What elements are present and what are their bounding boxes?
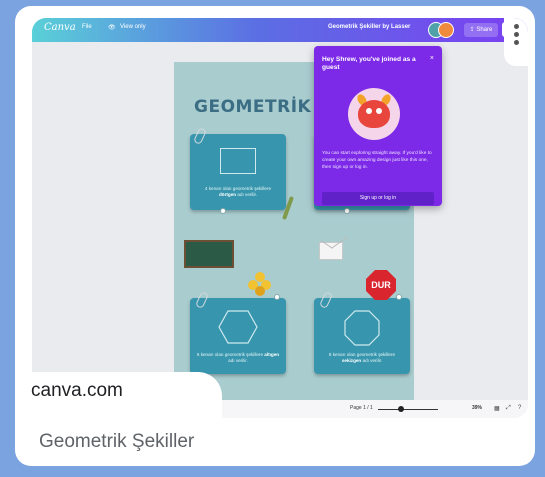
canva-editor-preview[interactable]: Canva File 👁 View only Geometrik Şekille… [32, 18, 528, 418]
fullscreen-icon[interactable]: ⤢ [506, 405, 511, 412]
chalkboard-icon [184, 240, 234, 268]
card-title[interactable]: Geometrik Şekiller [39, 431, 194, 453]
popup-title: Hey Shrew, you've joined as a guest [322, 56, 416, 71]
view-only-label[interactable]: View only [120, 24, 146, 30]
card-hexagon: 6 kenarı olan geometrik şekillere altıge… [190, 298, 286, 374]
canva-logo[interactable]: Canva [44, 22, 76, 33]
editor-toolbar: Canva File 👁 View only Geometrik Şekille… [32, 18, 528, 42]
card-text: 8 kenarı olan geometrik şekillere sekizg… [328, 352, 396, 363]
share-button[interactable]: ⇪ Share [464, 23, 498, 37]
guest-welcome-popup: Hey Shrew, you've joined as a guest × Yo… [314, 46, 442, 206]
zoom-slider-thumb[interactable] [398, 406, 404, 412]
card-octagon: 8 kenarı olan geometrik şekillere sekizg… [314, 298, 410, 374]
grid-view-icon[interactable]: ▦ [494, 405, 500, 412]
octagon-shape [344, 310, 380, 346]
page-indicator[interactable]: Page 1 / 1 [350, 405, 373, 411]
avatar [438, 22, 454, 38]
close-icon[interactable]: × [430, 55, 434, 62]
pin-icon [396, 294, 402, 300]
stop-sign: DUR [366, 270, 396, 300]
pin-icon [344, 208, 350, 214]
hexagon-shape [218, 310, 258, 344]
card-text: 4 kenarı olan geometrik şekillere dörtge… [204, 186, 272, 197]
popup-body: You can start exploring straight away. I… [322, 151, 432, 170]
pin-icon [220, 208, 226, 214]
document-title: Geometrik Şekiller by Lasser [328, 24, 411, 30]
pin-icon [274, 294, 280, 300]
square-shape [220, 148, 256, 174]
link-preview-card[interactable]: Canva File 👁 View only Geometrik Şekille… [15, 6, 535, 466]
shrew-illustration [348, 88, 400, 140]
file-menu[interactable]: File [82, 24, 92, 30]
collaborator-avatars[interactable] [428, 22, 456, 38]
envelope-icon [319, 242, 343, 260]
more-vertical-icon[interactable] [504, 18, 528, 66]
flower-icon [248, 272, 272, 296]
card-square: 4 kenarı olan geometrik şekillere dörtge… [190, 134, 286, 210]
domain-label: canva.com [31, 380, 123, 401]
zoom-level[interactable]: 39% [472, 405, 482, 411]
card-text: 6 kenarı olan geometrik şekillere altıge… [196, 352, 280, 363]
eye-icon: 👁 [108, 25, 116, 31]
help-icon[interactable]: ? [518, 405, 521, 411]
zoom-slider[interactable] [378, 409, 438, 410]
sign-up-button[interactable]: Sign up or log in [322, 192, 434, 205]
